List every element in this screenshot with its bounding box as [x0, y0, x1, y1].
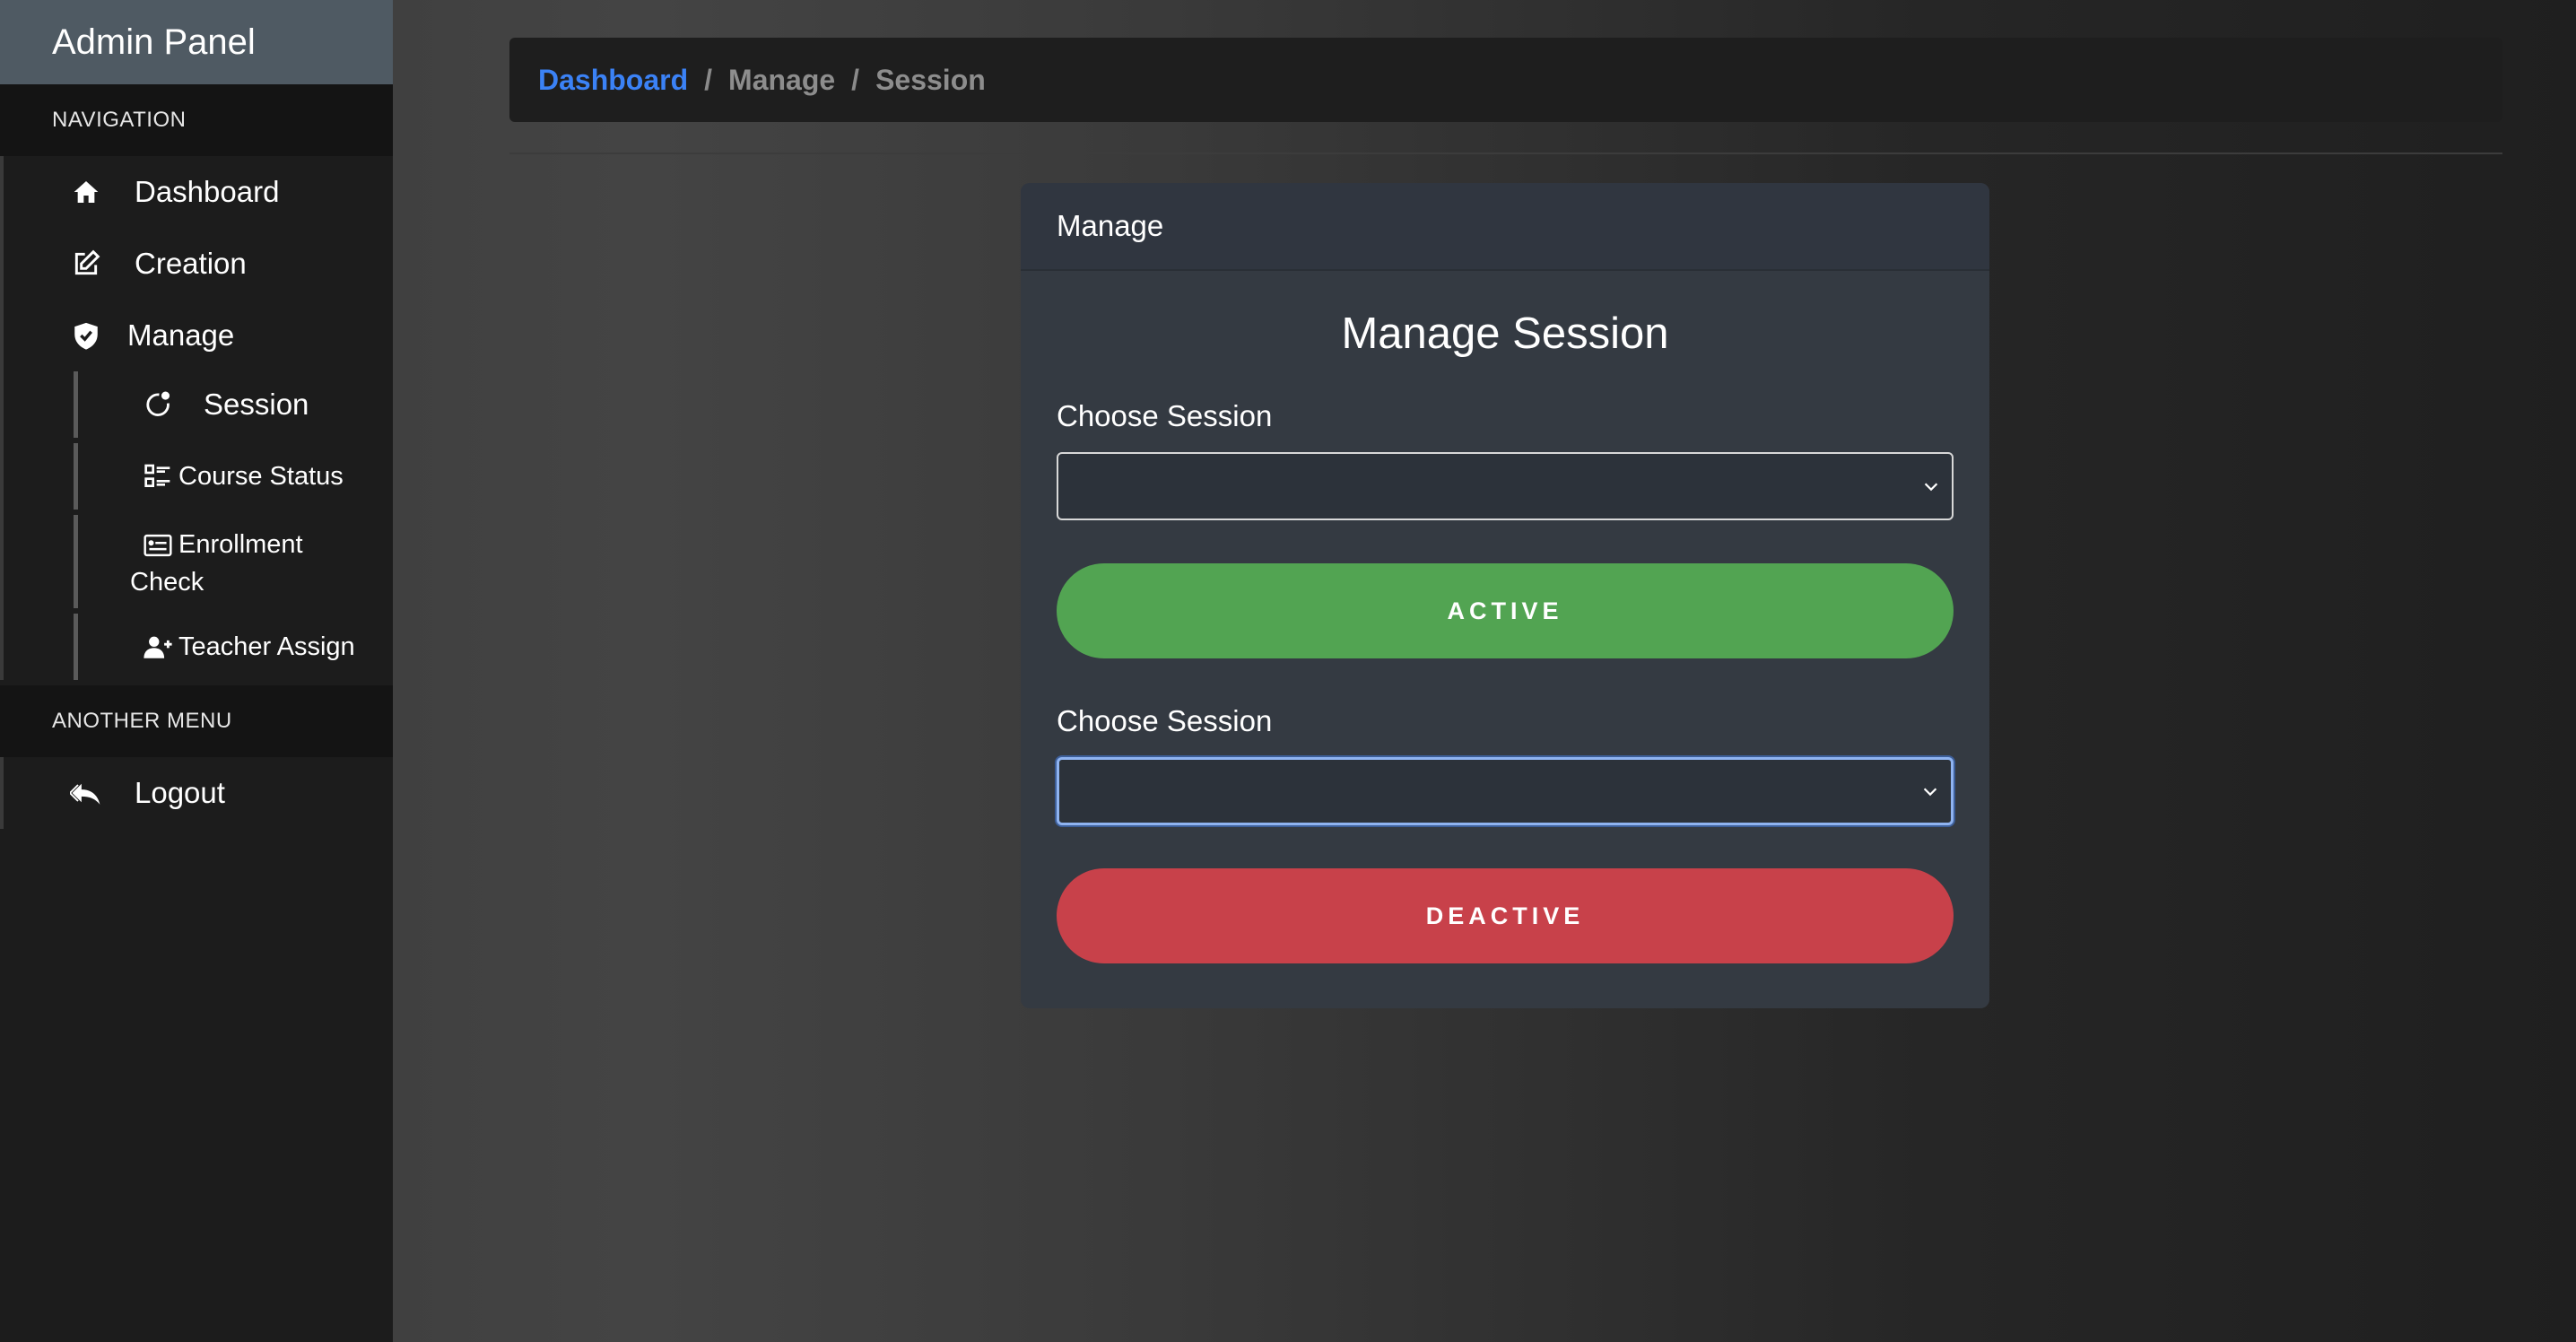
deactive-button[interactable]: DEACTIVE — [1057, 868, 1954, 963]
chevron-down-icon — [1924, 483, 1938, 492]
brand-title: Admin Panel — [0, 0, 393, 84]
sidebar-item-label: Session — [204, 388, 309, 421]
chevron-down-icon — [1923, 788, 1937, 797]
manage-submenu: Session Course Status Enrollment Check T… — [4, 371, 393, 680]
choose-session-label: Choose Session — [1057, 399, 1273, 432]
sidebar-item-label: Logout — [135, 776, 225, 809]
sidebar-item-manage[interactable]: Manage — [4, 300, 393, 371]
sidebar-item-teacher-assign[interactable]: Teacher Assign — [74, 614, 393, 680]
sidebar-item-label-line2: Check — [130, 568, 205, 597]
sidebar-item-label: Enrollment — [178, 530, 303, 559]
breadcrumb-dashboard[interactable]: Dashboard — [538, 64, 688, 97]
sidebar-item-course-status[interactable]: Course Status — [74, 443, 393, 510]
breadcrumb-separator: / — [851, 63, 860, 96]
navigation-group: Dashboard Creation Manage Session Course… — [0, 156, 393, 680]
home-icon — [68, 174, 104, 210]
navigation-heading: NAVIGATION — [0, 84, 393, 156]
breadcrumb: Dashboard / Manage / Session — [509, 38, 2502, 122]
activate-session-select[interactable] — [1057, 452, 1954, 520]
page-title: Manage Session — [1341, 309, 1669, 358]
deactivate-session-select[interactable] — [1057, 757, 1954, 825]
sidebar-item-label: Teacher Assign — [178, 632, 355, 661]
sidebar-item-dashboard[interactable]: Dashboard — [4, 156, 393, 228]
user-plus-icon — [143, 632, 173, 662]
shield-check-icon — [68, 318, 104, 353]
card-header: Manage — [1021, 183, 1989, 271]
manage-session-card: Manage Manage Session Choose Session ACT… — [1021, 183, 1989, 1008]
edit-icon — [68, 246, 104, 282]
sidebar-item-label: Course Status — [178, 461, 344, 491]
checklist-icon — [143, 461, 173, 492]
divider — [509, 152, 2502, 154]
id-card-icon — [143, 530, 173, 561]
sidebar: Admin Panel NAVIGATION Dashboard Creatio… — [0, 0, 393, 1342]
session-icon — [143, 389, 173, 420]
sidebar-item-session[interactable]: Session — [74, 371, 393, 438]
card-body: Manage Session Choose Session ACTIVE Cho… — [1021, 305, 1989, 963]
sidebar-item-enrollment-check[interactable]: Enrollment Check — [74, 515, 393, 608]
active-button[interactable]: ACTIVE — [1057, 563, 1954, 658]
sidebar-item-logout[interactable]: Logout — [4, 757, 393, 829]
breadcrumb-manage: Manage — [728, 63, 836, 96]
another-menu-heading: ANOTHER MENU — [0, 685, 393, 757]
reply-all-icon — [68, 775, 104, 811]
breadcrumb-separator: / — [704, 63, 713, 96]
choose-session-label: Choose Session — [1057, 704, 1273, 737]
another-menu-group: Logout — [0, 757, 393, 829]
sidebar-item-label: Creation — [135, 247, 247, 280]
breadcrumb-session: Session — [875, 63, 986, 96]
sidebar-item-label: Dashboard — [135, 175, 280, 208]
sidebar-item-label: Manage — [127, 318, 235, 352]
sidebar-item-creation[interactable]: Creation — [4, 228, 393, 300]
